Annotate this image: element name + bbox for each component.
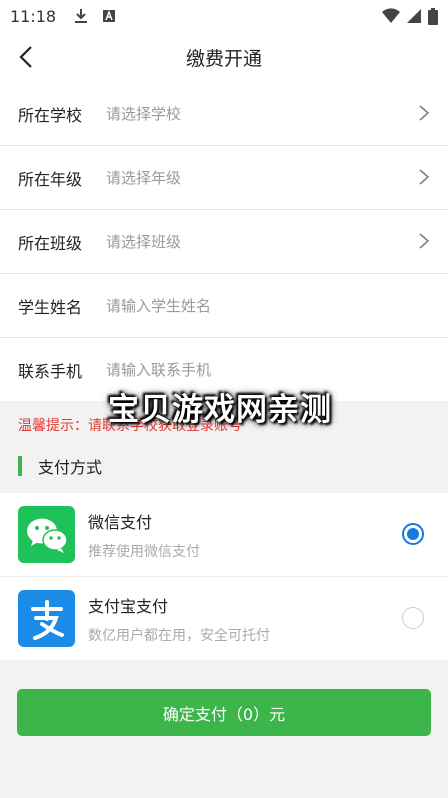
chevron-right-icon [419,233,430,249]
chevron-right-icon [419,169,430,185]
grade-placeholder: 请选择年级 [106,169,182,187]
battery-icon [428,7,438,25]
status-bar: 11:18 [0,0,448,32]
page-header: 缴费开通 [0,32,448,82]
class-select[interactable]: 所在班级 请选择班级 [0,210,448,274]
school-placeholder: 请选择学校 [106,105,182,123]
section-accent-bar [18,456,22,476]
school-label: 所在学校 [18,105,83,125]
signal-icon [407,9,421,23]
student-name-label: 学生姓名 [18,297,83,317]
wechat-pay-icon [18,506,75,563]
wechat-pay-name: 微信支付 [88,512,153,532]
wechat-radio-selected[interactable] [402,523,424,545]
status-time: 11:18 [10,6,57,26]
watermark-overlay: 宝贝游戏网亲测 [108,392,332,428]
class-label: 所在班级 [18,233,83,253]
payment-method-list: 微信支付 推荐使用微信支付 支付宝支付 数亿用户都在用，安全可托付 [0,493,448,660]
alipay-name: 支付宝支付 [88,596,169,616]
student-name-input[interactable]: 请输入学生姓名 [106,295,211,316]
payment-option-alipay[interactable]: 支付宝支付 数亿用户都在用，安全可托付 [0,577,448,660]
alipay-desc: 数亿用户都在用，安全可托付 [88,627,270,644]
alipay-icon [18,590,75,647]
alipay-radio-unselected[interactable] [402,607,424,629]
wifi-icon [382,8,400,23]
wechat-pay-desc: 推荐使用微信支付 [88,543,200,560]
chevron-right-icon [419,105,430,121]
app-notification-icon [103,10,116,22]
grade-select[interactable]: 所在年级 请选择年级 [0,146,448,210]
download-icon [75,9,88,23]
back-arrow-icon[interactable] [14,44,40,70]
grade-label: 所在年级 [18,169,83,189]
confirm-pay-button[interactable]: 确定支付（0）元 [17,689,431,736]
registration-form: 所在学校 请选择学校 所在年级 请选择年级 所在班级 请选择班级 学生姓名 请输… [0,82,448,401]
student-name-field[interactable]: 学生姓名 请输入学生姓名 [0,274,448,338]
class-placeholder: 请选择班级 [106,233,182,251]
school-select[interactable]: 所在学校 请选择学校 [0,82,448,146]
phone-label: 联系手机 [18,361,83,381]
payment-section-header: 支付方式 [0,445,448,487]
payment-section-title: 支付方式 [38,458,103,477]
payment-option-wechat[interactable]: 微信支付 推荐使用微信支付 [0,493,448,577]
page-title: 缴费开通 [185,47,262,70]
phone-input[interactable]: 请输入联系手机 [106,359,211,380]
